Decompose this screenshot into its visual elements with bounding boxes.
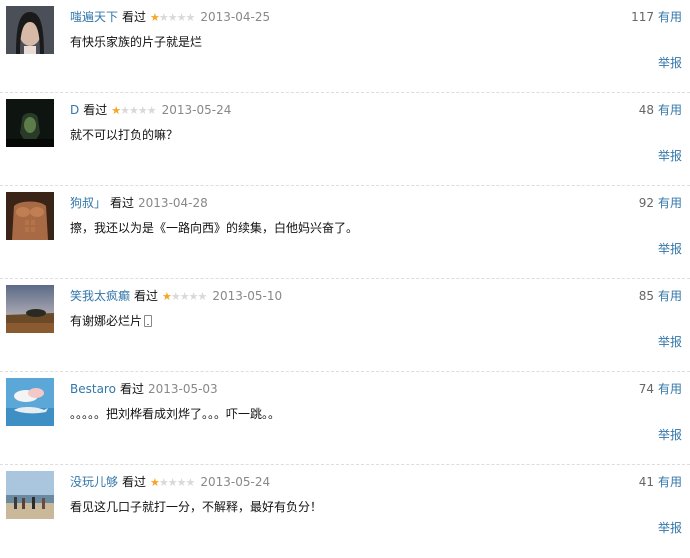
rating-stars: ★★★★★ bbox=[150, 474, 195, 492]
star-full-icon: ★ bbox=[162, 290, 172, 303]
watched-label: 看过 bbox=[83, 103, 108, 117]
useful-button[interactable]: 有用 bbox=[658, 475, 682, 489]
comment-item: Bestaro 看过 2013-05-03 。。。。。把刘桦看成刘烨了。。。吓一跳。… bbox=[0, 372, 690, 465]
comment-item: 嗤遍天下 看过 ★★★★★ 2013-04-25 有快乐家族的片子就是烂 117 有用 … bbox=[0, 0, 690, 93]
muscular-torso-icon bbox=[6, 192, 54, 240]
comment-date: 2013-05-24 bbox=[161, 103, 232, 117]
comment-item: 狗叔」 看过 2013-04-28 擦，我还以为是《一路向西》的续集，白他妈兴奋了。… bbox=[0, 186, 690, 279]
vote-area: 85 有用 bbox=[639, 287, 682, 305]
report-button[interactable]: 举报 bbox=[658, 426, 682, 444]
comment-text: 就不可以打负的嘛？ bbox=[70, 128, 179, 142]
useful-button[interactable]: 有用 bbox=[658, 289, 682, 303]
comment-meta: 嗤遍天下 看过 ★★★★★ 2013-04-25 bbox=[70, 8, 270, 26]
report-button[interactable]: 举报 bbox=[658, 240, 682, 258]
vote-count: 117 bbox=[631, 10, 654, 24]
vote-area: 117 有用 bbox=[631, 8, 682, 26]
phone-icon bbox=[144, 315, 153, 327]
vote-area: 48 有用 bbox=[639, 101, 682, 119]
beach-people-icon bbox=[6, 471, 54, 519]
comment-meta: 没玩儿够 看过 ★★★★★ 2013-05-24 bbox=[70, 473, 270, 491]
portrait-woman-dark-hair-icon bbox=[6, 6, 54, 54]
comment-item: 笑我太疯癫 看过 ★★★★★ 2013-05-10 有谢娜必烂片 85 有用 举报 bbox=[0, 279, 690, 372]
report-button[interactable]: 举报 bbox=[658, 54, 682, 72]
vote-area: 41 有用 bbox=[639, 473, 682, 491]
vote-count: 74 bbox=[638, 382, 654, 396]
vote-count: 41 bbox=[638, 475, 654, 489]
comment-text: 。。。。。把刘桦看成刘烨了。。。吓一跳。。 bbox=[70, 407, 281, 421]
watched-label: 看过 bbox=[110, 196, 135, 210]
vote-count: 48 bbox=[638, 103, 654, 117]
watched-label: 看过 bbox=[122, 10, 147, 24]
username-link[interactable]: D bbox=[70, 103, 79, 117]
watched-label: 看过 bbox=[122, 475, 147, 489]
comment-date: 2013-05-24 bbox=[200, 475, 271, 489]
useful-button[interactable]: 有用 bbox=[658, 103, 682, 117]
comment-meta: 笑我太疯癫 看过 ★★★★★ 2013-05-10 bbox=[70, 287, 282, 305]
comment-item: D 看过 ★★★★★ 2013-05-24 就不可以打负的嘛？ 48 有用 举报 bbox=[0, 93, 690, 186]
comment-date: 2013-05-03 bbox=[147, 382, 218, 396]
star-full-icon: ★ bbox=[150, 11, 160, 24]
dark-figure-icon bbox=[6, 99, 54, 147]
username-link[interactable]: 笑我太疯癫 bbox=[70, 289, 130, 303]
watched-label: 看过 bbox=[134, 289, 159, 303]
report-button[interactable]: 举报 bbox=[658, 519, 682, 537]
watched-label: 看过 bbox=[119, 382, 144, 396]
avatar[interactable] bbox=[6, 285, 54, 333]
username-link[interactable]: Bestaro bbox=[70, 382, 116, 396]
comment-text-value: 有谢娜必烂片 bbox=[70, 314, 143, 328]
useful-button[interactable]: 有用 bbox=[658, 196, 682, 210]
comment-date: 2013-04-25 bbox=[200, 10, 271, 24]
avatar[interactable] bbox=[6, 192, 54, 240]
rating-stars: ★★★★★ bbox=[162, 288, 207, 306]
useful-button[interactable]: 有用 bbox=[658, 10, 682, 24]
report-button[interactable]: 举报 bbox=[658, 147, 682, 165]
vote-area: 92 有用 bbox=[639, 194, 682, 212]
comment-date: 2013-05-10 bbox=[212, 289, 283, 303]
vote-count: 85 bbox=[638, 289, 654, 303]
comment-meta: D 看过 ★★★★★ 2013-05-24 bbox=[70, 101, 231, 119]
avatar[interactable] bbox=[6, 378, 54, 426]
comment-item: 没玩儿够 看过 ★★★★★ 2013-05-24 看见这几口子就打一分，不解释，最好有… bbox=[0, 465, 690, 558]
vote-count: 92 bbox=[638, 196, 654, 210]
comment-text: 看见这几口子就打一分，不解释，最好有负分！ bbox=[70, 500, 323, 514]
sunset-landscape-icon bbox=[6, 285, 54, 333]
report-button[interactable]: 举报 bbox=[658, 333, 682, 351]
avatar[interactable] bbox=[6, 471, 54, 519]
username-link[interactable]: 狗叔」 bbox=[70, 196, 106, 210]
vote-area: 74 有用 bbox=[639, 380, 682, 398]
star-full-icon: ★ bbox=[150, 476, 160, 489]
comment-text: 有谢娜必烂片 bbox=[70, 311, 153, 331]
star-empty-icon: ★★★★ bbox=[170, 290, 207, 303]
avatar[interactable] bbox=[6, 6, 54, 54]
comment-date: 2013-04-28 bbox=[138, 196, 208, 210]
star-empty-icon: ★★★★ bbox=[158, 11, 195, 24]
comment-meta: Bestaro 看过 2013-05-03 bbox=[70, 380, 218, 398]
whale-cloud-sky-icon bbox=[6, 378, 54, 426]
rating-stars: ★★★★★ bbox=[150, 9, 195, 27]
comment-text: 擦，我还以为是《一路向西》的续集，白他妈兴奋了。 bbox=[70, 221, 359, 235]
star-empty-icon: ★★★★ bbox=[120, 104, 156, 117]
comment-meta: 狗叔」 看过 2013-04-28 bbox=[70, 194, 208, 212]
star-full-icon: ★ bbox=[111, 104, 121, 117]
useful-button[interactable]: 有用 bbox=[658, 382, 682, 396]
comment-text: 有快乐家族的片子就是烂 bbox=[70, 35, 203, 49]
avatar[interactable] bbox=[6, 99, 54, 147]
rating-stars: ★★★★★ bbox=[111, 102, 156, 120]
star-empty-icon: ★★★★ bbox=[158, 476, 195, 489]
username-link[interactable]: 嗤遍天下 bbox=[70, 10, 118, 24]
username-link[interactable]: 没玩儿够 bbox=[70, 475, 118, 489]
